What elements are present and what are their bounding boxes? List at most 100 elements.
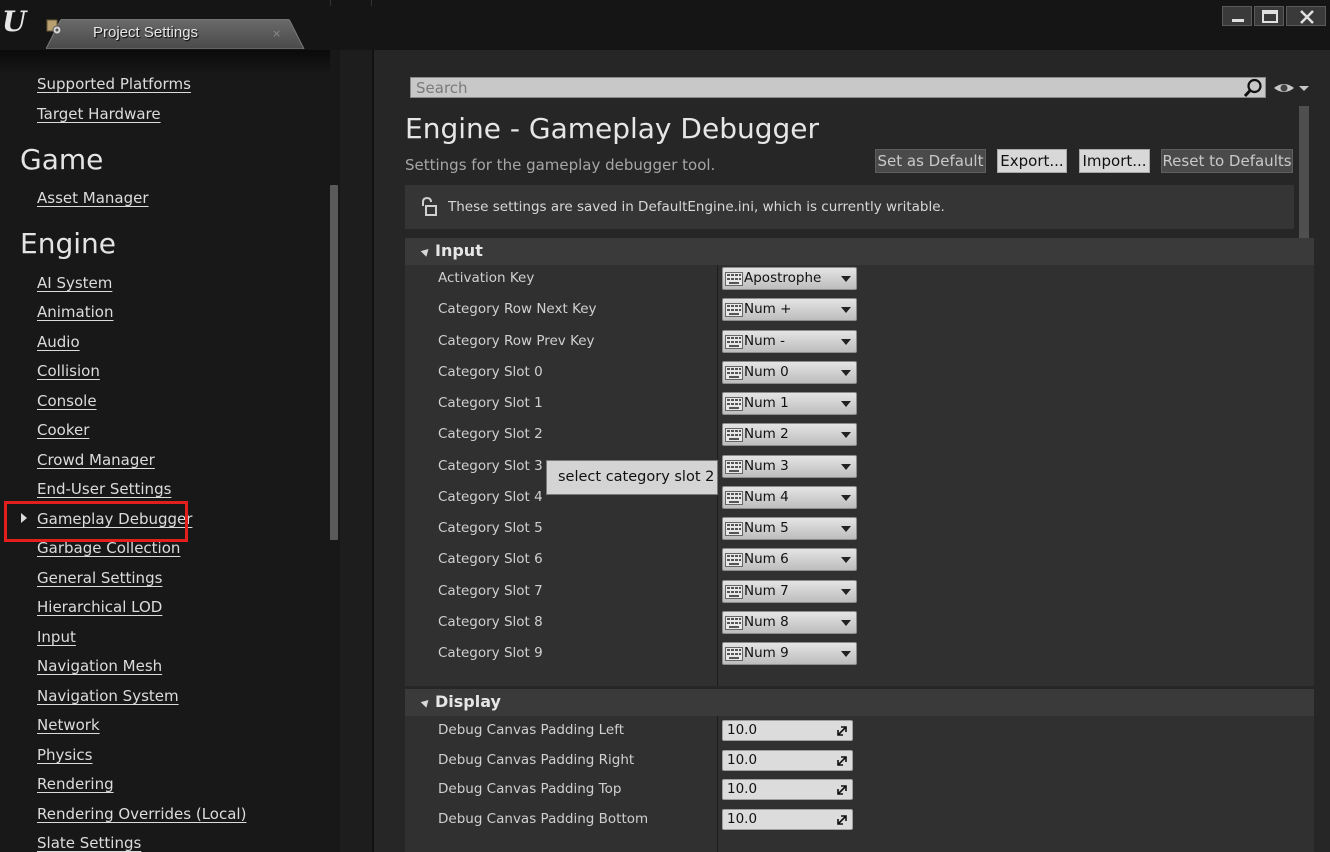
export-button[interactable]: Export... — [997, 149, 1067, 173]
keyboard-icon — [725, 647, 743, 661]
config-info-text: These settings are saved in DefaultEngin… — [448, 199, 945, 215]
sidebar-item[interactable]: Physics — [37, 746, 92, 764]
dropdown-arrow-icon — [841, 557, 851, 563]
key-selector[interactable]: Apostrophe — [722, 267, 857, 290]
set-as-default-button[interactable]: Set as Default — [875, 149, 986, 173]
reset-to-defaults-button[interactable]: Reset to Defaults — [1161, 149, 1293, 173]
resize-handle-icon[interactable] — [836, 784, 848, 796]
number-value: 10.0 — [727, 781, 758, 797]
input-section-header[interactable]: Input — [405, 238, 1314, 265]
view-options-eye-icon[interactable] — [1272, 80, 1312, 96]
sidebar-item[interactable]: Network — [37, 716, 100, 734]
key-selector[interactable]: Num 2 — [722, 423, 857, 446]
tooltip: select category slot 2 — [546, 460, 718, 495]
sidebar-item[interactable]: AI System — [37, 274, 112, 292]
key-selector[interactable]: Num 4 — [722, 486, 857, 509]
search-icon[interactable] — [1243, 78, 1263, 98]
minimize-icon — [1232, 19, 1244, 22]
resize-handle-icon[interactable] — [836, 725, 848, 737]
maximize-icon — [1262, 10, 1278, 23]
keyboard-icon — [725, 272, 743, 286]
property-label: Category Slot 2 — [438, 426, 543, 442]
title-bar: U Project Settings × — [0, 0, 1330, 50]
property-label: Category Slot 9 — [438, 645, 543, 661]
sidebar-item[interactable]: Crowd Manager — [37, 451, 155, 469]
panel-splitter[interactable] — [340, 50, 374, 852]
key-value: Num + — [744, 301, 792, 317]
keyboard-icon — [725, 460, 743, 474]
key-selector[interactable]: Num 6 — [722, 548, 857, 571]
keyboard-icon — [725, 553, 743, 567]
number-field[interactable]: 10.0 — [722, 750, 853, 771]
maximize-button[interactable] — [1254, 6, 1284, 26]
property-label: Category Slot 5 — [438, 520, 543, 536]
search-input[interactable] — [416, 79, 1236, 97]
sidebar-item[interactable]: Collision — [37, 362, 100, 380]
key-selector[interactable]: Num + — [722, 298, 857, 321]
sidebar-item-asset-manager[interactable]: Asset Manager — [37, 189, 149, 207]
key-value: Num 3 — [744, 458, 789, 474]
page-title: Engine - Gameplay Debugger — [405, 112, 819, 145]
key-selector[interactable]: Num 3 — [722, 455, 857, 478]
dropdown-arrow-icon — [841, 432, 851, 438]
sidebar-item[interactable]: Hierarchical LOD — [37, 598, 162, 616]
number-field[interactable]: 10.0 — [722, 720, 853, 741]
sidebar-item[interactable]: Navigation Mesh — [37, 657, 162, 675]
sidebar-item[interactable]: Navigation System — [37, 687, 179, 705]
number-field[interactable]: 10.0 — [722, 809, 853, 830]
close-window-button[interactable] — [1286, 6, 1326, 26]
key-selector[interactable]: Num 1 — [722, 392, 857, 415]
key-selector[interactable]: Num 7 — [722, 580, 857, 603]
unreal-logo-icon: U — [2, 5, 27, 38]
property-label: Category Slot 1 — [438, 395, 543, 411]
minimize-button[interactable] — [1222, 6, 1252, 26]
key-selector[interactable]: Num 5 — [722, 517, 857, 540]
dropdown-arrow-icon — [841, 370, 851, 376]
property-label: Category Row Prev Key — [438, 333, 595, 349]
dropdown-arrow-icon — [841, 464, 851, 470]
sidebar-item[interactable]: Audio — [37, 333, 80, 351]
property-label: Debug Canvas Padding Left — [438, 722, 625, 738]
resize-handle-icon[interactable] — [836, 814, 848, 826]
sidebar-item-target-hardware[interactable]: Target Hardware — [37, 105, 161, 123]
sidebar-item[interactable]: General Settings — [37, 569, 162, 587]
sidebar-item[interactable]: Rendering Overrides (Local) — [37, 805, 246, 823]
property-label: Category Slot 3 — [438, 458, 543, 474]
key-selector[interactable]: Num 9 — [722, 642, 857, 665]
key-selector[interactable]: Num - — [722, 330, 857, 353]
sidebar-heading-game: Game — [20, 143, 104, 176]
key-value: Num 0 — [744, 364, 789, 380]
resize-handle-icon[interactable] — [836, 755, 848, 767]
sidebar-item[interactable]: Slate Settings — [37, 834, 141, 852]
key-value: Num 5 — [744, 520, 789, 536]
property-label: Debug Canvas Padding Right — [438, 752, 635, 768]
key-value: Num 7 — [744, 583, 789, 599]
sidebar-item[interactable]: Animation — [37, 303, 113, 321]
sidebar-item[interactable]: Input — [37, 628, 76, 646]
search-box[interactable] — [410, 77, 1266, 98]
expand-arrow-icon[interactable] — [21, 513, 27, 523]
tab-label: Project Settings — [93, 24, 199, 41]
sidebar-scrollbar[interactable] — [330, 185, 338, 540]
sidebar-shadow — [0, 50, 330, 74]
settings-gear-icon — [46, 19, 62, 35]
keyboard-icon — [725, 335, 743, 349]
key-value: Num - — [744, 333, 785, 349]
sidebar-item[interactable]: Cooker — [37, 421, 89, 439]
dropdown-arrow-icon — [841, 651, 851, 657]
sidebar-item[interactable]: Rendering — [37, 775, 114, 793]
key-selector[interactable]: Num 0 — [722, 361, 857, 384]
key-selector[interactable]: Num 8 — [722, 611, 857, 634]
number-value: 10.0 — [727, 722, 758, 738]
number-field[interactable]: 10.0 — [722, 779, 853, 800]
display-section-header[interactable]: Display — [405, 689, 1314, 716]
property-label: Debug Canvas Padding Bottom — [438, 811, 649, 827]
tab-project-settings[interactable]: Project Settings × — [46, 19, 306, 49]
sidebar-item[interactable]: End-User Settings — [37, 480, 171, 498]
divider — [371, 0, 372, 6]
key-value: Num 4 — [744, 489, 789, 505]
close-icon[interactable]: × — [272, 27, 281, 40]
import-button[interactable]: Import... — [1079, 149, 1150, 173]
sidebar-item[interactable]: Console — [37, 392, 97, 410]
sidebar-item-supported-platforms[interactable]: Supported Platforms — [37, 75, 191, 93]
